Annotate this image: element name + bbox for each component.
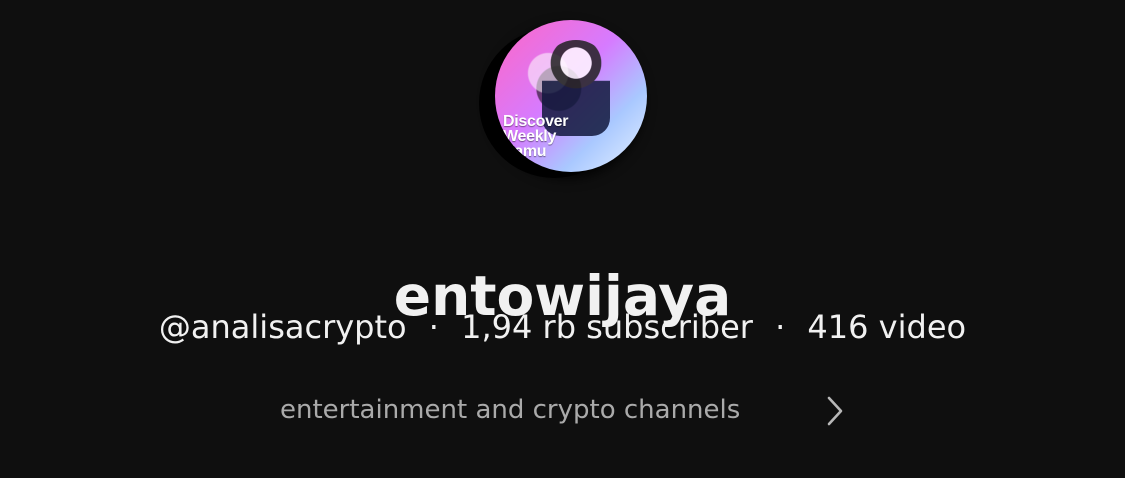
chevron-right-icon [827, 396, 843, 426]
avatar-text-line-1: Discover [503, 113, 569, 130]
avatar-text-line-2: Weekly [503, 128, 557, 145]
meta-separator-1: · [428, 308, 439, 346]
channel-avatar[interactable]: Discover Weekly Kamu [495, 20, 647, 172]
avatar-text-line-3: Kamu [503, 143, 547, 160]
video-count: 416 video [807, 308, 967, 346]
channel-description-button[interactable]: entertainment and crypto channels [280, 385, 860, 435]
avatar-overlay-text: Discover Weekly Kamu [503, 113, 583, 160]
subscriber-count: 1,94 rb subscriber [461, 308, 753, 346]
channel-avatar-wrapper[interactable]: Discover Weekly Kamu [479, 20, 654, 195]
meta-separator-2: · [775, 308, 786, 346]
channel-description: entertainment and crypto channels [280, 395, 741, 425]
channel-meta-row: @analisacrypto · 1,94 rb subscriber · 41… [0, 305, 1125, 350]
channel-handle: @analisacrypto [158, 308, 407, 346]
channel-header: Discover Weekly Kamu entowijaya @analisa… [0, 0, 1125, 478]
